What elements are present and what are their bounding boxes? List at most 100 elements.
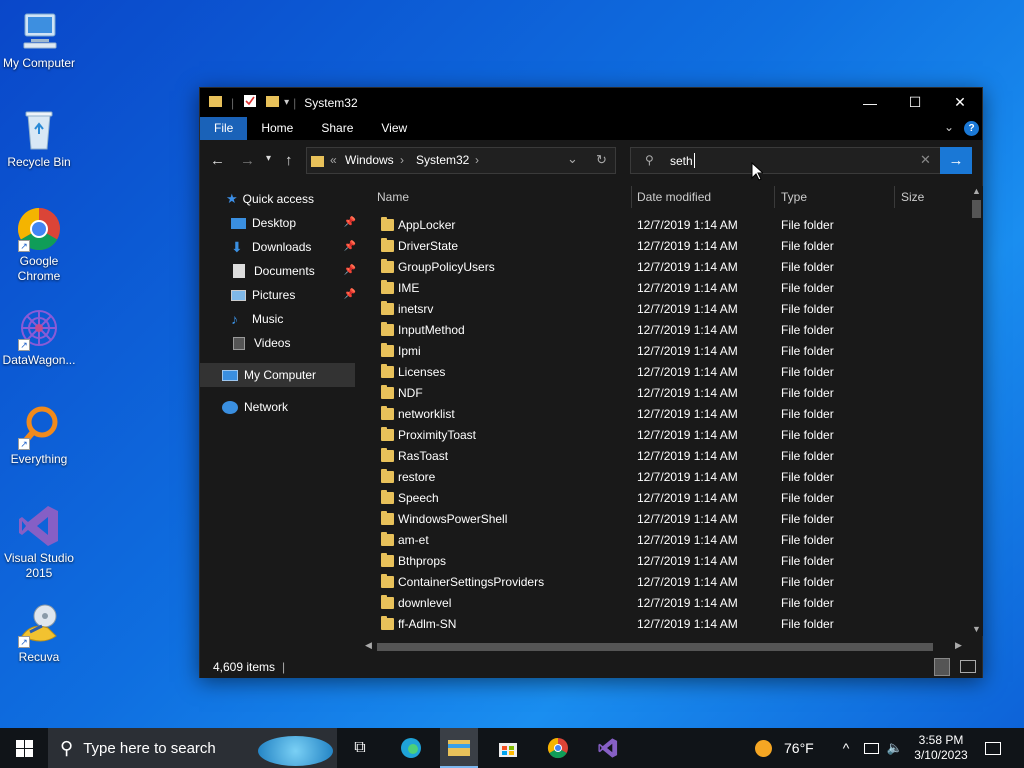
tab-file[interactable]: File [200,117,248,140]
column-header-name[interactable]: Name [377,186,409,208]
scrollbar-thumb[interactable] [972,200,981,218]
file-row[interactable]: NDF 12/7/2019 1:14 AM File folder [361,383,969,404]
customize-toolbar-dropdown-icon[interactable]: ▾ [284,97,289,108]
minimize-button[interactable]: — [847,88,893,117]
scroll-down-icon[interactable]: ▼ [972,624,981,634]
task-view-button[interactable]: ⧉ [343,728,377,768]
breadcrumb-overflow[interactable]: « [330,153,337,167]
title-bar[interactable]: | ▾ | System32 — ☐ ✕ [200,88,982,117]
desktop-icon-everything[interactable]: ↗ Everything [0,404,78,467]
pin-icon[interactable]: 📌 [344,211,356,235]
column-divider[interactable] [894,186,895,208]
forward-arrow-icon[interactable]: → [240,152,255,169]
file-row[interactable]: networklist 12/7/2019 1:14 AM File folder [361,404,969,425]
breadcrumb-windows[interactable]: Windows [345,153,394,167]
nav-item-quick-access[interactable]: ★ Quick access [226,187,314,211]
pin-icon[interactable]: 📌 [344,259,356,283]
file-row[interactable]: AppLocker 12/7/2019 1:14 AM File folder [361,215,969,236]
file-row[interactable]: WindowsPowerShell 12/7/2019 1:14 AM File f… [361,509,969,530]
pin-icon[interactable]: 📌 [344,235,356,259]
file-row[interactable]: InputMethod 12/7/2019 1:14 AM File folder [361,320,969,341]
desktop-icon-visual-studio[interactable]: Visual Studio 2015 [0,503,78,581]
large-icons-view-icon[interactable] [960,660,976,673]
taskbar-edge[interactable] [393,728,429,768]
file-row[interactable]: GroupPolicyUsers 12/7/2019 1:14 AM File fo… [361,257,969,278]
file-row[interactable]: DriverState 12/7/2019 1:14 AM File folder [361,236,969,257]
properties-quick-icon[interactable] [243,94,257,111]
column-header-type[interactable]: Type [781,186,807,208]
nav-item-videos[interactable]: Videos [231,331,290,355]
file-row[interactable]: am-et 12/7/2019 1:14 AM File folder [361,530,969,551]
desktop-icon-datawagon[interactable]: ↗ DataWagon... [0,305,78,368]
search-box[interactable]: ⚲ seth ✕ → [630,147,972,174]
taskbar-visual-studio[interactable] [590,728,626,768]
column-divider[interactable] [631,186,632,208]
file-explorer-window[interactable]: | ▾ | System32 — ☐ ✕ File Home Share Vie… [199,87,983,678]
scroll-left-icon[interactable]: ◀ [365,640,372,651]
nav-item-music[interactable]: ♪ Music [231,307,283,331]
file-row[interactable]: RasToast 12/7/2019 1:14 AM File folder [361,446,969,467]
tab-view[interactable]: View [367,117,421,140]
nav-item-desktop[interactable]: Desktop 📌 [231,211,356,235]
weather-widget[interactable]: 76°F [755,728,825,768]
nav-item-my-computer[interactable]: My Computer [200,363,355,387]
tab-share[interactable]: Share [307,117,367,140]
show-hidden-icons-button[interactable]: ^ [836,728,856,768]
scrollbar-thumb[interactable] [377,643,933,651]
taskbar-store[interactable] [490,728,526,768]
horizontal-scrollbar[interactable]: ◀ ▶ [361,639,969,654]
nav-item-documents[interactable]: Documents 📌 [231,259,356,283]
start-button[interactable] [0,728,48,768]
recent-locations-chevron-icon[interactable]: ▾ [266,153,271,164]
network-tray-icon[interactable] [860,728,882,768]
expand-ribbon-chevron-icon[interactable]: ⌄ [944,120,954,134]
desktop-icon-recuva[interactable]: ↗ Recuva [0,602,78,665]
desktop-icon-recycle-bin[interactable]: Recycle Bin [0,107,78,170]
close-button[interactable]: ✕ [937,88,983,117]
taskbar-search-box[interactable]: ⚲ Type here to search [48,728,337,768]
column-header-date-modified[interactable]: Date modified [637,186,711,208]
file-row[interactable]: ProximityToast 12/7/2019 1:14 AM File fold… [361,425,969,446]
desktop-icon-google-chrome[interactable]: ↗ Google Chrome [0,206,78,284]
scroll-up-icon[interactable]: ▲ [972,186,981,196]
file-row[interactable]: ContainerSettingsProviders 12/7/2019 1:14… [361,572,969,593]
refresh-icon[interactable]: ↻ [596,152,607,168]
file-row[interactable]: inetsrv 12/7/2019 1:14 AM File folder [361,299,969,320]
help-icon[interactable]: ? [964,121,979,136]
tab-home[interactable]: Home [247,117,307,140]
nav-item-downloads[interactable]: ⬇ Downloads 📌 [231,235,356,259]
pin-icon[interactable]: 📌 [344,283,356,307]
clock[interactable]: 3:58 PM 3/10/2023 [910,728,972,768]
maximize-button[interactable]: ☐ [892,88,938,117]
desktop-icon-my-computer[interactable]: My Computer [0,8,78,71]
action-center-button[interactable] [978,728,1008,768]
file-row[interactable]: Licenses 12/7/2019 1:14 AM File folder [361,362,969,383]
clear-search-icon[interactable]: ✕ [920,152,931,168]
details-view-icon[interactable] [934,658,950,676]
breadcrumb-chevron-icon[interactable]: › [475,153,479,167]
search-go-button[interactable]: → [940,147,972,174]
column-divider[interactable] [774,186,775,208]
file-row[interactable]: IME 12/7/2019 1:14 AM File folder [361,278,969,299]
nav-item-network[interactable]: Network [222,395,288,419]
search-input[interactable]: seth [670,154,693,168]
taskbar-file-explorer[interactable] [440,728,478,768]
new-folder-quick-icon[interactable] [266,94,280,111]
file-row[interactable]: ff-Adlm-SN 12/7/2019 1:14 AM File folder [361,614,969,635]
file-row[interactable]: restore 12/7/2019 1:14 AM File folder [361,467,969,488]
back-arrow-icon[interactable]: ← [210,152,225,169]
address-bar[interactable]: « Windows › System32 › ⌄ ↻ [306,147,616,174]
taskbar-chrome[interactable] [540,728,576,768]
address-history-chevron-icon[interactable]: ⌄ [567,151,578,167]
breadcrumb-system32[interactable]: System32 [416,153,469,167]
up-arrow-icon[interactable]: ↑ [285,152,293,169]
file-row[interactable]: Ipmi 12/7/2019 1:14 AM File folder [361,341,969,362]
scroll-right-icon[interactable]: ▶ [955,640,962,651]
volume-tray-icon[interactable]: 🔈 [884,728,906,768]
vertical-scrollbar[interactable]: ▲ ▼ [969,186,983,636]
column-header-size[interactable]: Size [901,186,924,208]
breadcrumb-chevron-icon[interactable]: › [400,153,404,167]
file-row[interactable]: Speech 12/7/2019 1:14 AM File folder [361,488,969,509]
file-row[interactable]: Bthprops 12/7/2019 1:14 AM File folder [361,551,969,572]
file-row[interactable]: downlevel 12/7/2019 1:14 AM File folder [361,593,969,614]
